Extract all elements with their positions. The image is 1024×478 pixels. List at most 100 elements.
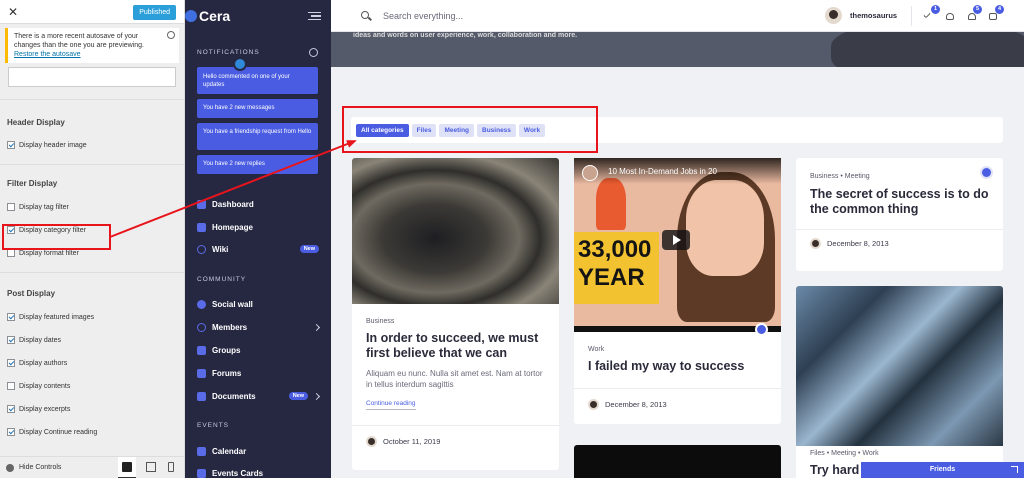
option-display-header-image[interactable]: Display header image [7, 140, 184, 150]
category-filter-bar: All categories Files Meeting Business Wo… [351, 117, 1003, 143]
option-display-contents[interactable]: Display contents [7, 381, 184, 391]
post-card[interactable] [574, 445, 781, 478]
filter-meeting[interactable]: Meeting [439, 123, 475, 137]
post-card[interactable]: Business In order to succeed, we must fi… [352, 158, 559, 470]
post-title[interactable]: In order to succeed, we must first belie… [366, 331, 545, 361]
custom-textarea[interactable] [8, 67, 176, 87]
post-card[interactable]: Business • Meeting The secret of success… [796, 158, 1003, 271]
bell-icon[interactable] [968, 13, 976, 20]
nav-item-wiki[interactable]: Wiki New [197, 243, 319, 255]
dismiss-icon[interactable] [167, 31, 175, 39]
logo-text: Cera [199, 8, 231, 24]
notification-item[interactable]: You have 2 new messages [197, 99, 318, 118]
post-category[interactable]: Work [588, 346, 767, 353]
video-embed[interactable]: 33,000 YEAR 10 Most In-Demand Jobs in 20 [574, 158, 781, 332]
site-logo[interactable]: Cera [185, 6, 230, 26]
close-notifications-icon[interactable] [309, 48, 318, 57]
filter-files[interactable]: Files [411, 123, 437, 137]
continue-reading-link[interactable]: Continue reading [366, 400, 416, 410]
chevron-right-icon[interactable] [312, 323, 321, 331]
nav-item-dashboard[interactable]: Dashboard [197, 198, 319, 210]
checkbox[interactable] [7, 141, 15, 149]
option-label: Display featured images [19, 313, 95, 321]
divider [0, 164, 184, 165]
video-progress-bar[interactable] [574, 326, 781, 332]
menu-collapse-icon[interactable] [308, 12, 321, 20]
featured-image[interactable] [352, 158, 559, 304]
heart-icon [197, 299, 206, 309]
post-category[interactable]: Work [862, 450, 878, 457]
author-avatar[interactable] [366, 436, 377, 447]
checkbox[interactable] [7, 428, 15, 436]
notification-item[interactable]: You have 2 new replies [197, 155, 318, 174]
filter-all-categories[interactable]: All categories [356, 123, 409, 137]
calendar-icon [197, 446, 206, 456]
option-display-featured-images[interactable]: Display featured images [7, 312, 184, 322]
hide-controls-button[interactable]: Hide Controls [19, 464, 61, 471]
option-display-dates[interactable]: Display dates [7, 335, 184, 345]
checkbox[interactable] [7, 313, 15, 321]
nav-item-social-wall[interactable]: Social wall [197, 298, 319, 310]
featured-image[interactable] [796, 286, 1003, 446]
author-avatar[interactable] [810, 238, 821, 249]
checkbox[interactable] [7, 359, 15, 367]
search-input[interactable]: Search everything... [383, 11, 463, 21]
post-category[interactable]: Meeting [845, 173, 870, 180]
post-category[interactable]: Files [810, 450, 825, 457]
close-icon[interactable]: ✕ [8, 5, 18, 19]
filter-work[interactable]: Work [518, 123, 546, 137]
checkbox[interactable] [7, 336, 15, 344]
expand-icon[interactable] [1011, 466, 1018, 473]
featured-image[interactable] [574, 445, 781, 478]
check-icon[interactable] [923, 10, 931, 19]
section-title-filter-display: Filter Display [7, 179, 58, 188]
divider [0, 272, 184, 273]
option-display-tag-filter[interactable]: Display tag filter [7, 202, 184, 212]
tablet-preview-icon[interactable] [146, 462, 156, 472]
nav-label: Homepage [212, 222, 253, 232]
notification-item[interactable]: You have a friendship request from Hello [197, 123, 318, 150]
filter-business[interactable]: Business [477, 123, 516, 137]
post-title[interactable]: I failed my way to success [588, 359, 767, 374]
option-display-category-filter[interactable]: Display category filter [7, 225, 184, 235]
nav-item-calendar[interactable]: Calendar [197, 445, 319, 457]
post-category[interactable]: Business [810, 173, 838, 180]
notification-item[interactable]: Hello commented on one of your updates [197, 67, 318, 94]
mobile-preview-icon[interactable] [168, 462, 174, 472]
publish-button[interactable]: Published [133, 5, 176, 20]
friends-chat-bar[interactable]: Friends [861, 462, 1024, 478]
post-card[interactable]: 33,000 YEAR 10 Most In-Demand Jobs in 20 … [574, 158, 781, 424]
checkbox[interactable] [7, 203, 15, 211]
option-display-format-filter[interactable]: Display format filter [7, 248, 184, 258]
messages-icon[interactable] [989, 13, 997, 20]
checkbox[interactable] [7, 226, 15, 234]
post-card[interactable]: Files • Meeting • Work Try hard [796, 286, 1003, 478]
play-icon[interactable] [662, 230, 690, 250]
nav-item-documents[interactable]: Documents New [197, 390, 321, 402]
post-category[interactable]: Business [366, 318, 545, 325]
restore-autosave-link[interactable]: Restore the autosave [14, 51, 81, 58]
option-display-authors[interactable]: Display authors [7, 358, 184, 368]
hide-controls-icon[interactable] [6, 463, 14, 472]
chevron-right-icon[interactable] [312, 392, 321, 400]
nav-item-homepage[interactable]: Homepage [197, 221, 319, 233]
channel-avatar[interactable] [582, 165, 598, 181]
checkbox[interactable] [7, 382, 15, 390]
option-display-excerpts[interactable]: Display excerpts [7, 404, 184, 414]
checkbox[interactable] [7, 249, 15, 257]
friends-icon[interactable] [946, 13, 954, 20]
checkbox[interactable] [7, 405, 15, 413]
desktop-preview-icon[interactable] [122, 462, 132, 472]
search-icon[interactable] [361, 11, 369, 19]
video-title[interactable]: 10 Most In-Demand Jobs in 20 [574, 158, 781, 184]
post-category[interactable]: Meeting [831, 450, 856, 457]
user-menu[interactable]: themosaurus [825, 7, 897, 24]
nav-item-events-cards[interactable]: Events Cards [197, 467, 319, 478]
option-display-continue-reading[interactable]: Display Continue reading [7, 427, 184, 437]
nav-item-forums[interactable]: Forums [197, 367, 319, 379]
author-avatar[interactable] [588, 399, 599, 410]
nav-item-groups[interactable]: Groups [197, 344, 319, 356]
post-title[interactable]: The secret of success is to do the commo… [810, 187, 989, 217]
nav-label: Social wall [212, 299, 253, 309]
nav-item-members[interactable]: Members [197, 321, 321, 333]
